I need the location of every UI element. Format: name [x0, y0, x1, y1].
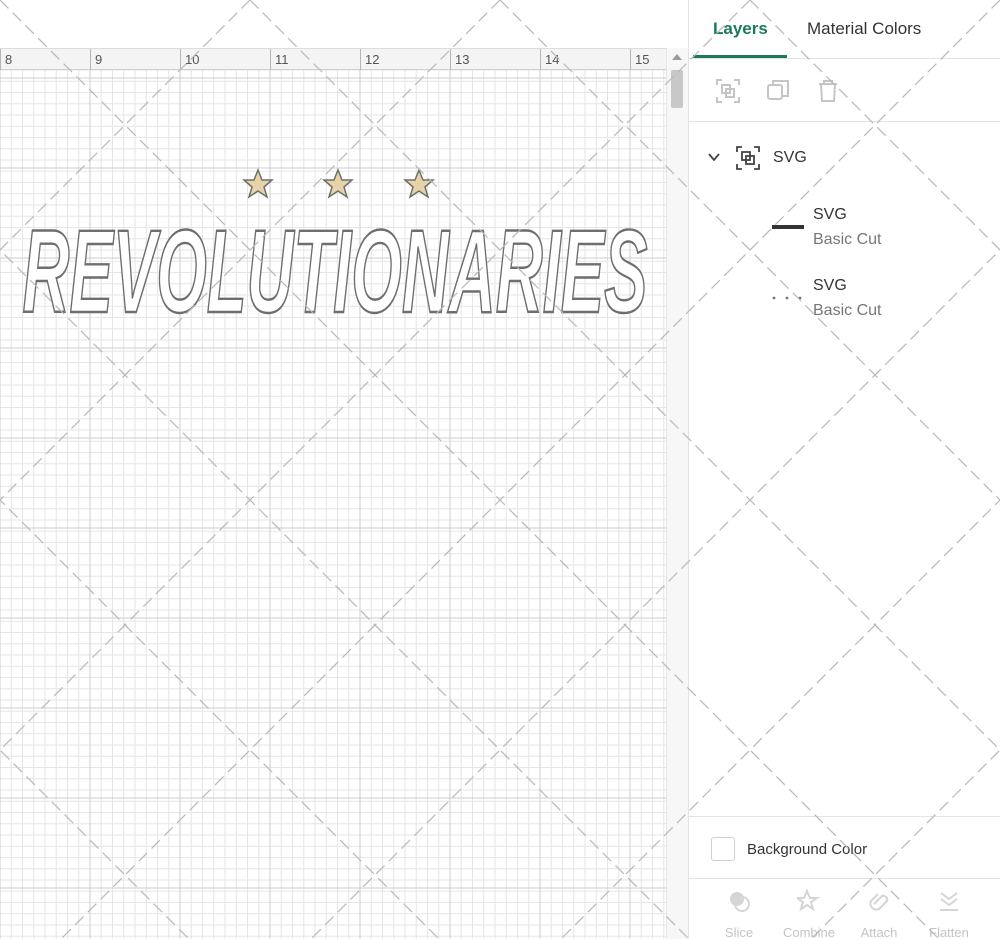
star-shape[interactable]	[242, 167, 274, 199]
ruler-tick	[180, 49, 181, 70]
dotted-line-preview-icon	[772, 296, 802, 300]
scroll-up-arrow-icon[interactable]	[672, 54, 682, 60]
layer-operation-type: Basic Cut	[813, 302, 882, 319]
attach-button[interactable]: Attach	[849, 887, 909, 939]
flatten-label: Flatten	[929, 925, 969, 939]
flatten-icon	[940, 892, 958, 911]
group-icon[interactable]	[715, 78, 741, 104]
ruler-tick-label: 14	[545, 52, 560, 67]
layer-item[interactable]: SVG Basic Cut	[689, 273, 1000, 329]
ruler-tick-label: 8	[5, 52, 13, 67]
stars-group[interactable]	[242, 167, 435, 199]
layer-group-row[interactable]: SVG	[689, 140, 1000, 180]
combine-button[interactable]: Combine	[779, 887, 839, 939]
background-color-swatch[interactable]	[711, 837, 735, 861]
ruler-tick	[0, 49, 1, 70]
background-color-row: Background Color	[689, 816, 1000, 878]
flatten-button[interactable]: Flatten	[919, 887, 979, 939]
scrollbar-thumb[interactable]	[671, 70, 683, 108]
ruler-tick	[90, 49, 91, 70]
layers-panel: Layers Material Colors SVG SVG Basic Cut…	[688, 0, 1000, 939]
design-artwork[interactable]: REVOLUTIONARIES	[0, 160, 666, 350]
ruler-tick	[450, 49, 451, 70]
group-icon	[736, 146, 760, 170]
layer-toolbar	[689, 60, 1000, 122]
slice-button[interactable]: Slice	[709, 887, 769, 939]
combine-label: Combine	[782, 925, 836, 939]
ruler-tick-label: 13	[455, 52, 470, 67]
revolutionaries-text[interactable]: REVOLUTIONARIES	[21, 205, 648, 339]
ruler-tick	[360, 49, 361, 70]
combine-icon	[797, 889, 821, 912]
attach-icon	[869, 893, 889, 911]
duplicate-icon[interactable]	[765, 78, 791, 104]
group-label: SVG	[773, 149, 807, 166]
background-color-label: Background Color	[747, 841, 868, 858]
active-tab-indicator	[693, 55, 787, 58]
bottom-toolbar: Slice Combine Attach Flatten	[689, 878, 1000, 939]
ruler-tick	[540, 49, 541, 70]
tab-layers[interactable]: Layers	[713, 19, 768, 39]
layer-name: SVG	[813, 206, 847, 223]
ruler-tick-label: 12	[365, 52, 380, 67]
star-shape[interactable]	[403, 167, 435, 199]
slice-icon	[730, 892, 750, 912]
ruler-tick-label: 11	[275, 52, 289, 67]
ruler-tick	[270, 49, 271, 70]
solid-line-preview-icon	[772, 225, 804, 229]
ruler-tick-label: 10	[185, 52, 200, 67]
tab-material-colors[interactable]: Material Colors	[807, 19, 921, 39]
layer-item[interactable]: SVG Basic Cut	[689, 202, 1000, 258]
vertical-scrollbar[interactable]	[666, 48, 688, 939]
attach-label: Attach	[860, 925, 898, 939]
ruler-tick	[630, 49, 631, 70]
delete-icon[interactable]	[815, 78, 841, 104]
layer-operation-type: Basic Cut	[813, 231, 882, 248]
star-shape[interactable]	[322, 167, 354, 199]
slice-label: Slice	[724, 925, 754, 939]
horizontal-ruler: 8 9 10 11 12 13 14 15	[0, 48, 666, 70]
design-canvas[interactable]: 8 9 10 11 12 13 14 15 REVOLUTIONARIES	[0, 0, 688, 939]
ruler-tick-label: 9	[95, 52, 103, 67]
layer-name: SVG	[813, 277, 847, 294]
ruler-tick-label: 15	[635, 52, 650, 67]
panel-tabs: Layers Material Colors	[689, 0, 1000, 59]
chevron-down-icon[interactable]	[707, 150, 721, 164]
